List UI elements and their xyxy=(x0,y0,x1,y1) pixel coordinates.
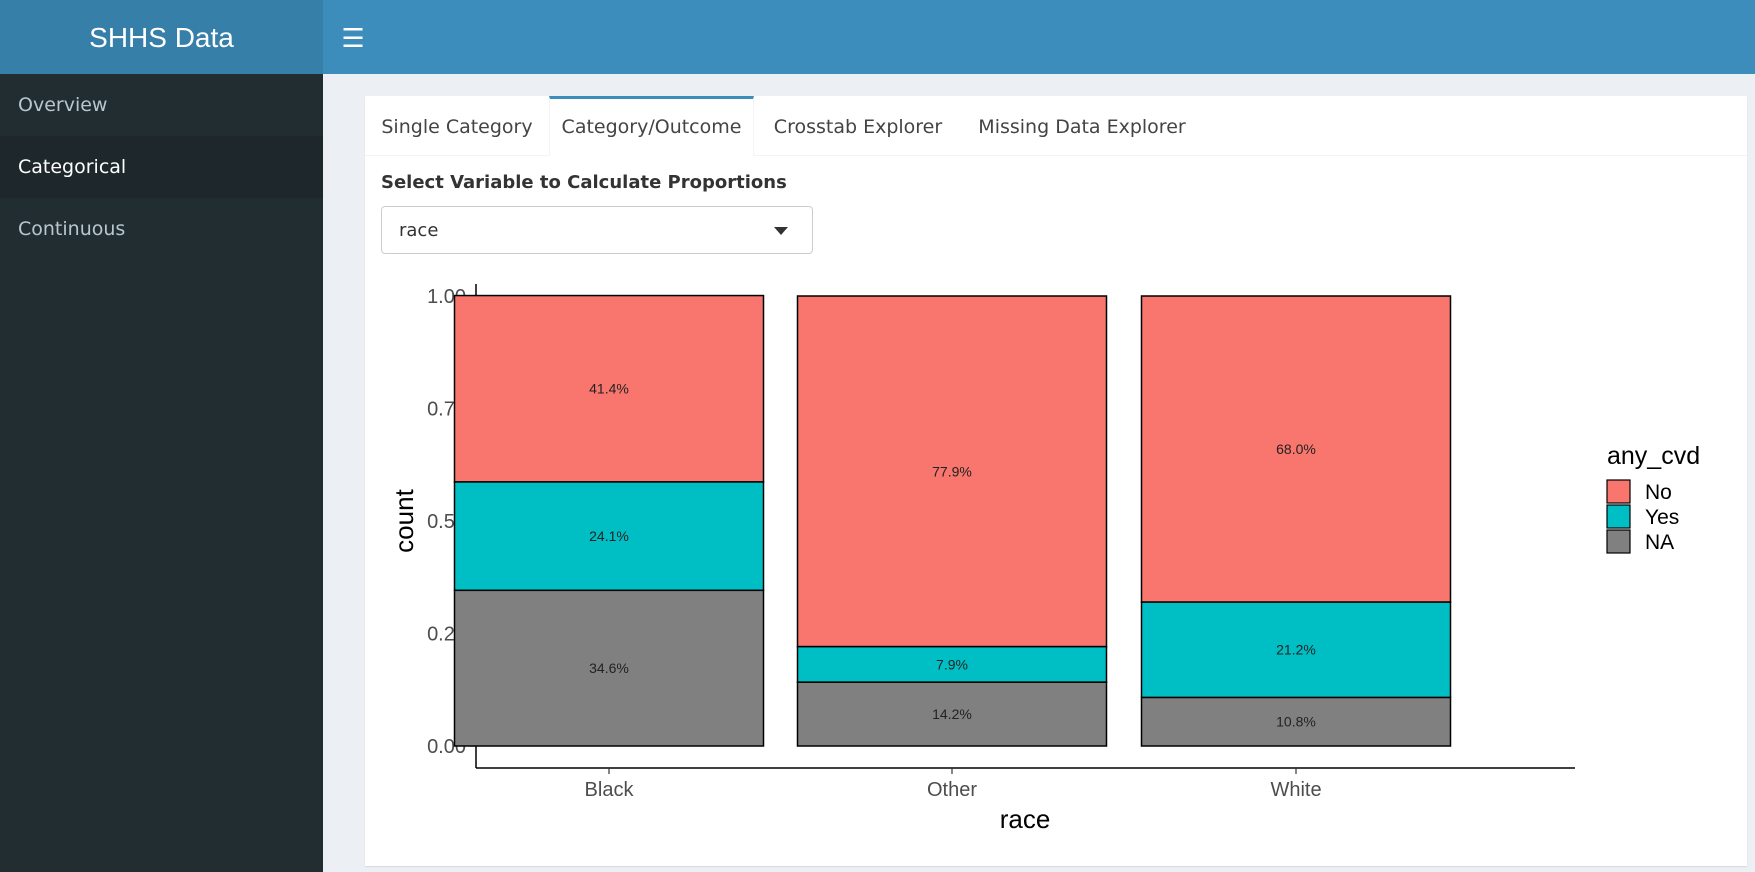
legend-swatch-na xyxy=(1606,529,1631,554)
stacked-bar-chart: 0.000.250.500.751.0034.6%24.1%41.4%Black… xyxy=(389,284,1700,834)
app-title[interactable]: SHHS Data xyxy=(0,0,323,74)
data-label: 68.0% xyxy=(1276,441,1316,457)
sidebar-item-overview[interactable]: Overview xyxy=(0,74,323,136)
data-label: 14.2% xyxy=(932,706,972,722)
legend-swatch-no xyxy=(1606,479,1631,504)
x-tick-label: White xyxy=(1270,779,1321,801)
data-label: 24.1% xyxy=(589,528,629,544)
data-label: 7.9% xyxy=(936,656,968,672)
x-tick-label: Black xyxy=(585,779,635,801)
sidebar-item-categorical[interactable]: Categorical xyxy=(0,136,323,198)
data-label: 34.6% xyxy=(589,660,629,676)
tab-box: Single Category Category/Outcome Crossta… xyxy=(365,96,1747,866)
hamburger-icon[interactable]: ☰ xyxy=(333,18,373,58)
sidebar: Overview Categorical Continuous xyxy=(0,74,323,872)
data-label: 10.8% xyxy=(1276,714,1316,730)
top-navbar: SHHS Data ☰ xyxy=(0,0,1755,74)
x-tick-label: Other xyxy=(927,779,977,801)
legend-title: any_cvd xyxy=(1607,442,1700,470)
data-label: 21.2% xyxy=(1276,642,1316,658)
legend-swatch-yes xyxy=(1606,504,1631,529)
legend-label: Yes xyxy=(1645,506,1679,529)
data-label: 77.9% xyxy=(932,463,972,479)
main-content: Single Category Category/Outcome Crossta… xyxy=(323,74,1755,872)
sidebar-item-continuous[interactable]: Continuous xyxy=(0,198,323,260)
y-axis-title: count xyxy=(389,488,419,552)
legend-label: No xyxy=(1645,481,1672,504)
legend-label: NA xyxy=(1645,531,1674,554)
x-axis-title: race xyxy=(1000,804,1051,834)
data-label: 41.4% xyxy=(589,381,629,397)
